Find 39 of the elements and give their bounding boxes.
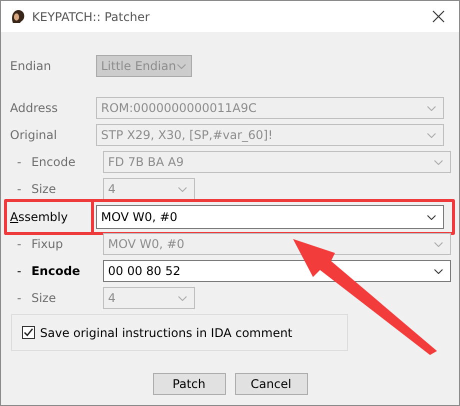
caret-icon bbox=[177, 64, 186, 68]
combo-box[interactable]: 4 bbox=[103, 178, 195, 200]
combo-box[interactable]: ROM:0000000000011A9C bbox=[96, 97, 444, 119]
caret-icon bbox=[178, 186, 187, 192]
endian-dropdown[interactable]: Little Endian bbox=[96, 55, 192, 77]
caret-icon bbox=[427, 106, 436, 110]
field-label: Size bbox=[31, 182, 56, 196]
caret-icon bbox=[434, 160, 443, 164]
combo-box[interactable]: 00 00 80 52 bbox=[103, 260, 451, 282]
dash-marker: - bbox=[17, 291, 22, 305]
caret-icon bbox=[434, 242, 443, 246]
combo-box[interactable]: 4 bbox=[103, 287, 195, 309]
dialog-button[interactable]: Cancel bbox=[234, 373, 308, 395]
field-label: Address bbox=[10, 101, 58, 115]
dialog-button[interactable]: Patch bbox=[152, 373, 226, 395]
app-icon bbox=[10, 8, 26, 24]
combo-box[interactable]: MOV W0, #0 bbox=[96, 205, 444, 229]
save-comment-checkbox[interactable]: Save original instructions in IDA comment bbox=[22, 326, 292, 340]
field-label: Encode bbox=[31, 264, 80, 278]
dash-marker: - bbox=[17, 264, 22, 278]
close-icon[interactable] bbox=[432, 10, 445, 23]
field-label: Original bbox=[10, 128, 57, 142]
caret-icon bbox=[178, 296, 187, 300]
caret-icon bbox=[434, 268, 443, 274]
dash-marker: - bbox=[17, 237, 22, 251]
field-label: Endian bbox=[10, 59, 52, 73]
field-label: Encode bbox=[31, 155, 76, 169]
caret-icon bbox=[427, 214, 436, 220]
caret-icon bbox=[427, 132, 436, 138]
field-label: Fixup bbox=[31, 237, 64, 251]
field-label: Size bbox=[31, 291, 56, 305]
dash-marker: - bbox=[17, 155, 22, 169]
field-label: Assembly bbox=[10, 210, 68, 224]
dash-marker: - bbox=[17, 182, 22, 196]
combo-box[interactable]: FD 7B BA A9 bbox=[103, 151, 451, 173]
window-title: KEYPATCH:: Patcher bbox=[32, 10, 151, 24]
combo-box[interactable]: MOV W0, #0 bbox=[103, 233, 451, 255]
combo-box[interactable]: STP X29, X30, [SP,#var_60]! bbox=[96, 124, 444, 146]
checkbox[interactable] bbox=[22, 326, 35, 339]
